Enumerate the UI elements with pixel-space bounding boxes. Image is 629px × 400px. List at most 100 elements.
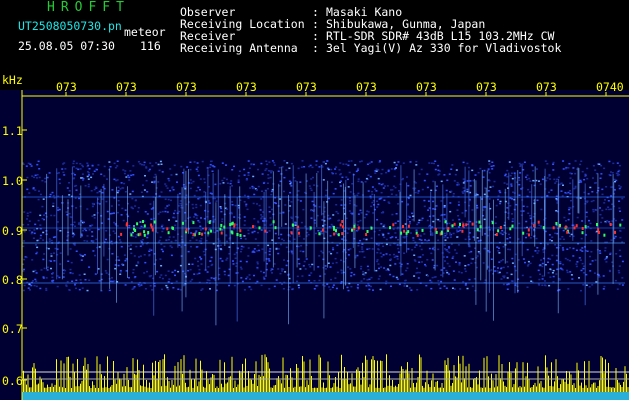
noise-pixel [302, 265, 305, 267]
noise-pixel [375, 269, 378, 272]
noise-pixel [469, 180, 472, 182]
noise-pixel [546, 243, 549, 246]
noise-pixel [262, 182, 265, 184]
noise-pixel [380, 266, 383, 268]
noise-pixel [199, 229, 202, 231]
noise-pixel [177, 288, 180, 290]
noise-pixel [211, 170, 214, 172]
noise-pixel [336, 252, 339, 254]
noise-pixel [179, 264, 182, 267]
noise-pixel [247, 171, 250, 174]
noise-pixel [580, 160, 583, 162]
echo-dot [407, 224, 410, 228]
noise-pixel [411, 219, 414, 221]
echo-dot [522, 231, 525, 235]
echo-dot [491, 221, 494, 225]
activity-bar [93, 385, 95, 392]
noise-pixel [173, 216, 176, 219]
activity-bar [422, 385, 423, 392]
noise-pixel [339, 185, 342, 187]
noise-pixel [580, 181, 583, 183]
noise-pixel [588, 286, 591, 288]
activity-bar [438, 387, 440, 392]
activity-bar [239, 370, 240, 392]
noise-pixel [303, 238, 305, 240]
noise-pixel [590, 200, 593, 203]
noise-pixel [268, 250, 271, 253]
noise-pixel [85, 229, 88, 232]
noise-pixel [283, 190, 285, 193]
noise-pixel [440, 200, 443, 202]
echo-dot [462, 223, 465, 227]
noise-pixel [159, 258, 162, 260]
noise-pixel [270, 170, 273, 172]
noise-pixel [71, 272, 74, 275]
activity-bar [75, 386, 77, 392]
noise-pixel [161, 210, 164, 213]
noise-pixel [537, 250, 540, 252]
noise-pixel [325, 268, 327, 270]
noise-pixel [25, 256, 28, 259]
noise-pixel [226, 182, 229, 184]
noise-pixel [94, 273, 97, 275]
noise-pixel [488, 172, 491, 174]
noise-pixel [23, 211, 26, 213]
noise-pixel [576, 261, 579, 263]
noise-pixel [541, 262, 544, 265]
noise-pixel [394, 186, 397, 189]
noise-pixel [428, 162, 431, 164]
noise-pixel [335, 204, 338, 206]
noise-pixel [346, 232, 349, 234]
activity-bar [563, 378, 564, 392]
noise-pixel [483, 193, 486, 196]
noise-pixel [561, 247, 564, 249]
noise-pixel [510, 172, 513, 174]
noise-pixel [179, 200, 182, 202]
noise-pixel [310, 209, 312, 212]
noise-pixel [591, 191, 594, 193]
echo-dot [566, 230, 569, 234]
noise-pixel [464, 268, 467, 270]
noise-pixel [189, 280, 192, 282]
activity-bar [273, 385, 275, 392]
activity-bar [420, 357, 422, 392]
activity-bar [569, 371, 570, 392]
activity-bar [62, 387, 63, 392]
noise-pixel [569, 235, 571, 237]
noise-pixel [461, 212, 464, 214]
noise-pixel [246, 276, 249, 278]
activity-bar [65, 388, 66, 392]
noise-pixel [356, 224, 359, 226]
noise-pixel [256, 261, 259, 263]
noise-pixel [421, 217, 424, 220]
noise-pixel [560, 268, 563, 270]
noise-pixel [187, 269, 190, 272]
noise-pixel [604, 249, 607, 252]
noise-pixel [433, 162, 435, 165]
noise-pixel [453, 180, 456, 182]
noise-pixel [42, 277, 45, 279]
noise-pixel [234, 257, 237, 259]
noise-pixel [572, 255, 575, 257]
noise-pixel [120, 214, 123, 216]
noise-pixel [426, 219, 429, 222]
noise-pixel [257, 231, 259, 234]
noise-pixel [471, 169, 474, 172]
noise-pixel [530, 280, 533, 282]
noise-pixel [39, 193, 42, 196]
noise-pixel [144, 175, 146, 177]
noise-pixel [288, 167, 291, 169]
noise-pixel [432, 200, 435, 203]
noise-pixel [258, 204, 261, 207]
noise-pixel [150, 275, 153, 277]
noise-pixel [488, 198, 491, 200]
noise-pixel [309, 187, 312, 190]
noise-pixel [132, 174, 135, 176]
activity-bar [447, 357, 449, 392]
noise-pixel [331, 286, 334, 289]
noise-pixel [171, 186, 174, 188]
noise-pixel [461, 191, 464, 193]
noise-pixel [267, 244, 270, 247]
noise-pixel [318, 166, 321, 168]
noise-pixel [488, 179, 491, 182]
